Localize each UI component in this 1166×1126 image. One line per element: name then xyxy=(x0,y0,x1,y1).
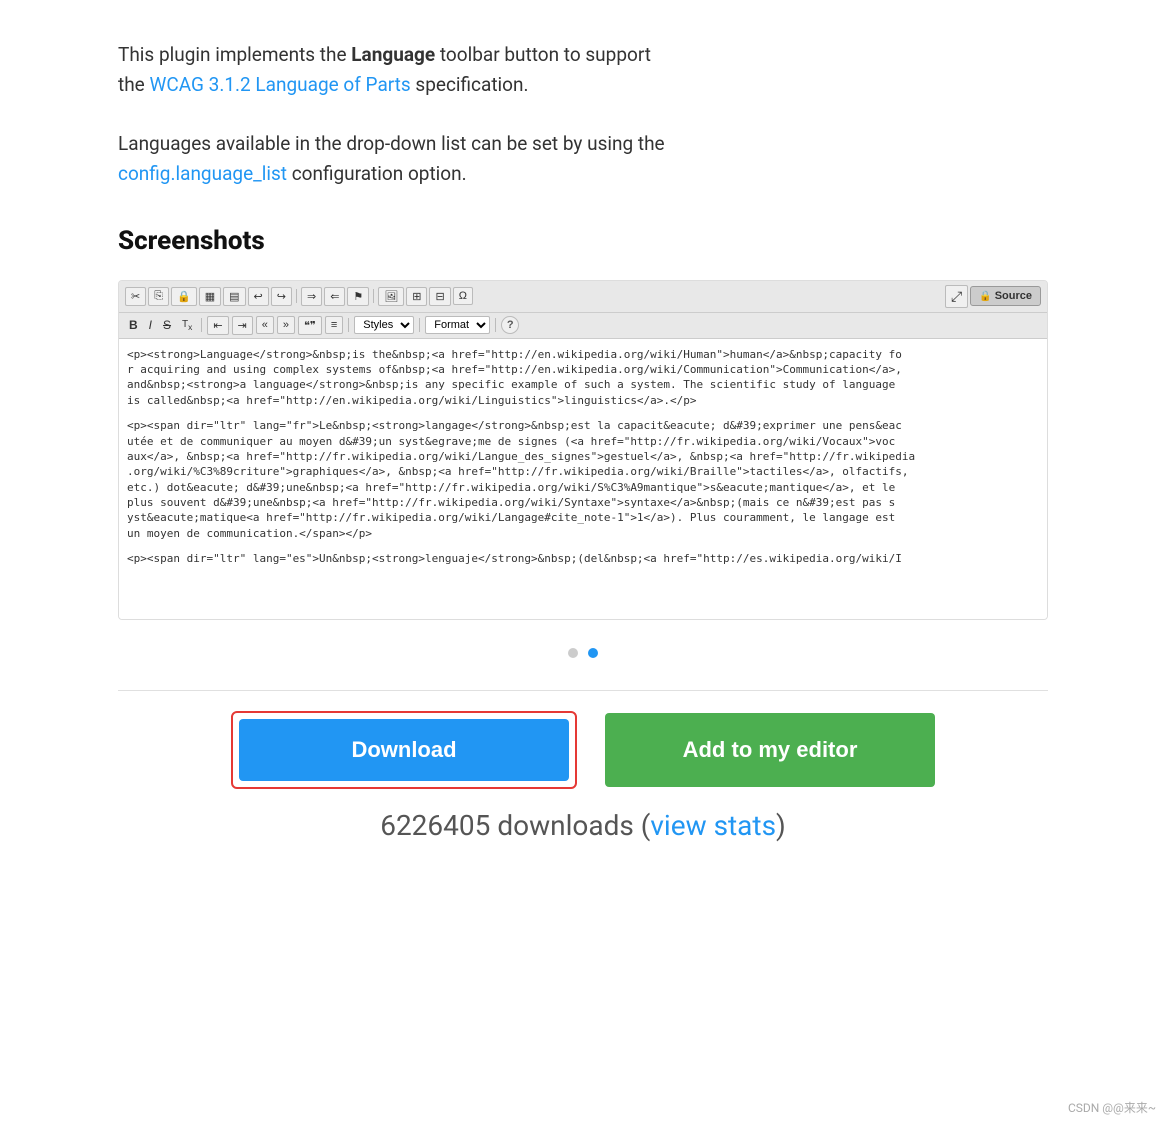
tb-arrow-l[interactable]: ⇒ xyxy=(301,287,322,306)
fmt-italic[interactable]: I xyxy=(145,316,156,334)
toolbar-sep-6 xyxy=(495,318,496,332)
fmt-indent1[interactable]: ⇤ xyxy=(207,316,228,335)
desc-line3: Languages available in the drop-down lis… xyxy=(118,132,665,155)
desc-post-bold: toolbar button to support xyxy=(435,43,651,66)
fmt-indent3[interactable]: « xyxy=(256,316,274,334)
screenshot-container: ✂ ⎘ 🔒 ▦ ▤ ↩ ↪ ⇒ ⇐ ⚑ 🖼 ⊞ ⊟ Ω ⤢ 🔒 xyxy=(118,280,1048,620)
tb-copy[interactable]: ⎘ xyxy=(148,287,169,306)
tb-source[interactable]: 🔒 Source xyxy=(970,286,1041,306)
fmt-bold[interactable]: B xyxy=(125,316,142,334)
toolbar-row-2: B I S Tx ⇤ ⇥ « » ❝❞ ≡ Styles Format xyxy=(119,313,1047,339)
source-lock-icon: 🔒 xyxy=(979,291,991,302)
pagination-dot-2[interactable] xyxy=(588,648,598,658)
tb-line[interactable]: ⊟ xyxy=(429,287,450,306)
fmt-sub[interactable]: Tx xyxy=(178,317,196,334)
action-buttons-row: Download Add to my editor xyxy=(118,711,1048,789)
tb-table1[interactable]: ▦ xyxy=(199,287,221,306)
watermark: CSDN @@来来~ xyxy=(1068,1099,1156,1116)
desc-line2-pre: the xyxy=(118,73,149,96)
tb-undo[interactable]: ↩ xyxy=(248,287,269,306)
tb-cut[interactable]: ✂ xyxy=(125,287,146,306)
toolbar-sep-2 xyxy=(373,289,374,303)
description-paragraph-1: This plugin implements the Language tool… xyxy=(118,40,1048,101)
pagination-dots xyxy=(118,636,1048,670)
fmt-list[interactable]: ≡ xyxy=(325,316,343,334)
fmt-indent2[interactable]: ⇥ xyxy=(232,316,253,335)
toolbar-sep-3 xyxy=(201,318,202,332)
desc-bold-language: Language xyxy=(351,43,435,66)
tb-flag[interactable]: ⚑ xyxy=(347,287,369,306)
format-select[interactable]: Format xyxy=(425,316,490,334)
tb-expand[interactable]: ⤢ xyxy=(945,285,968,308)
pagination-dot-1[interactable] xyxy=(568,648,578,658)
downloads-count: 6226405 xyxy=(380,809,490,842)
download-button[interactable]: Download xyxy=(239,719,569,781)
desc-line2-post: specification. xyxy=(411,73,529,96)
tb-omega[interactable]: Ω xyxy=(453,287,473,305)
tb-table3[interactable]: ⊞ xyxy=(406,287,427,306)
section-divider xyxy=(118,690,1048,691)
toolbar-sep-4 xyxy=(348,318,349,332)
source-label: Source xyxy=(995,290,1032,302)
screenshot-content-area: <p><strong>Language</strong>&nbsp;is the… xyxy=(119,339,1047,619)
desc-pre-bold: This plugin implements the xyxy=(118,43,351,66)
toolbar-sep-5 xyxy=(419,318,420,332)
content-line-1: <p><strong>Language</strong>&nbsp;is the… xyxy=(127,347,1039,409)
toolbar-row-1: ✂ ⎘ 🔒 ▦ ▤ ↩ ↪ ⇒ ⇐ ⚑ 🖼 ⊞ ⊟ Ω ⤢ 🔒 xyxy=(119,281,1047,313)
screenshots-title: Screenshots xyxy=(118,226,1048,256)
download-btn-wrapper: Download xyxy=(231,711,577,789)
toolbar-sep-1 xyxy=(296,289,297,303)
fmt-indent4[interactable]: » xyxy=(277,316,295,334)
styles-select[interactable]: Styles xyxy=(354,316,414,334)
config-language-list-link[interactable]: config.language_list xyxy=(118,162,287,185)
screenshots-section: Screenshots ✂ ⎘ 🔒 ▦ ▤ ↩ ↪ ⇒ ⇐ ⚑ 🖼 ⊞ ⊟ Ω xyxy=(118,226,1048,670)
tb-lock[interactable]: 🔒 xyxy=(171,287,197,306)
tb-redo[interactable]: ↪ xyxy=(271,287,292,306)
tb-arrow-r[interactable]: ⇐ xyxy=(324,287,345,306)
desc-line4-post: configuration option. xyxy=(287,162,467,185)
content-line-2: <p><span dir="ltr" lang="fr">Le&nbsp;<st… xyxy=(127,418,1039,541)
tb-table2[interactable]: ▤ xyxy=(223,287,245,306)
help-btn[interactable]: ? xyxy=(501,316,519,334)
downloads-info: 6226405 downloads (view stats) xyxy=(118,809,1048,842)
content-line-3: <p><span dir="ltr" lang="es">Un&nbsp;<st… xyxy=(127,551,1039,566)
downloads-label: downloads xyxy=(497,809,634,842)
view-stats-link[interactable]: view stats xyxy=(650,809,776,842)
description-paragraph-2: Languages available in the drop-down lis… xyxy=(118,129,1048,190)
wcag-link[interactable]: WCAG 3.1.2 Language of Parts xyxy=(149,73,410,96)
fmt-quote[interactable]: ❝❞ xyxy=(298,316,322,335)
fmt-strike[interactable]: S xyxy=(159,316,175,334)
add-to-editor-button[interactable]: Add to my editor xyxy=(605,713,935,787)
tb-img[interactable]: 🖼 xyxy=(378,287,404,306)
